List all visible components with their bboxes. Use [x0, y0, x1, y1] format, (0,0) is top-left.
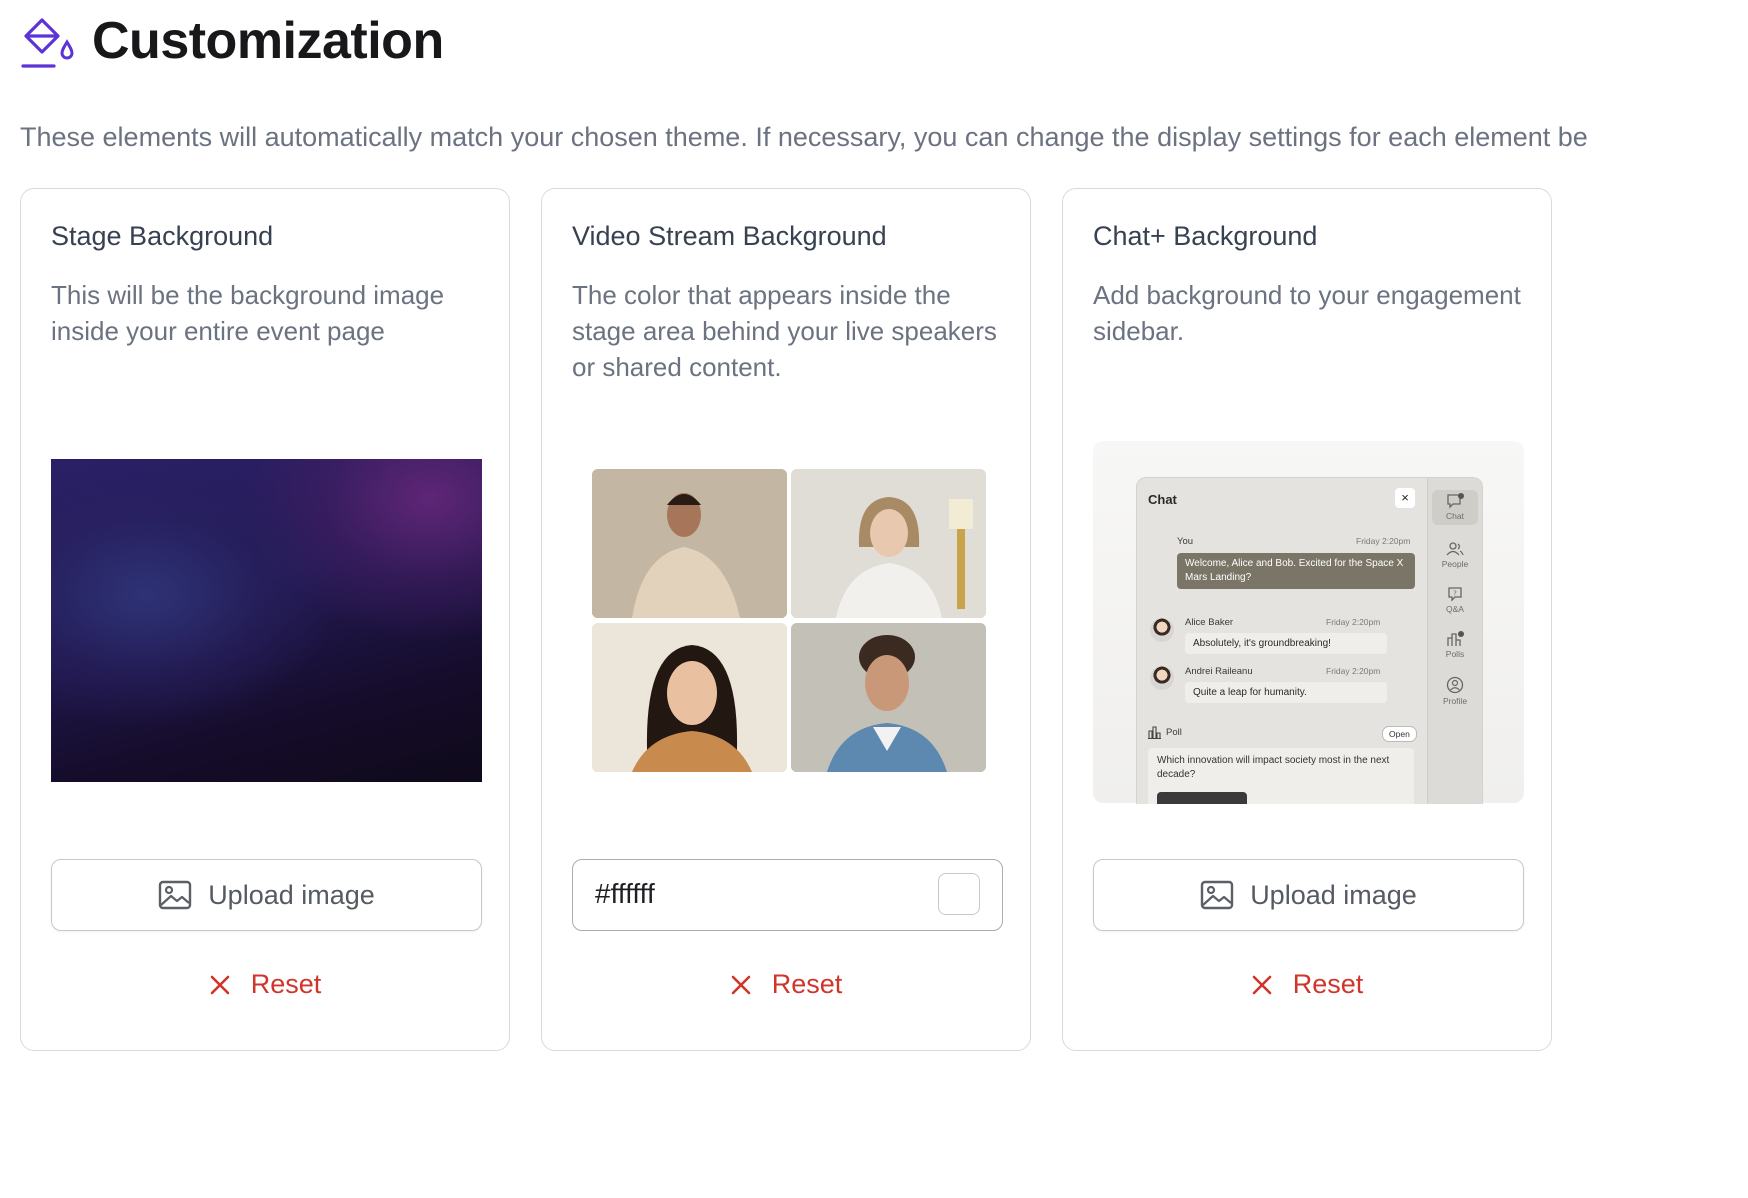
sidebar-label: Chat — [1446, 511, 1464, 521]
reset-label: Reset — [250, 969, 322, 999]
avatar — [1150, 618, 1174, 642]
poll-status-badge: Open — [1382, 726, 1417, 742]
sidebar-item-polls: Polls — [1428, 631, 1482, 659]
message-text: Absolutely, it's groundbreaking! — [1185, 633, 1387, 654]
card-description: The color that appears inside the stage … — [572, 280, 997, 382]
stage-background-card: Stage Background This will be the backgr… — [20, 188, 510, 1051]
card-description: Add background to your engagement sideba… — [1093, 280, 1521, 346]
speaker-photo — [791, 469, 986, 618]
video-tile — [791, 469, 986, 618]
sidebar-label: People — [1441, 559, 1469, 569]
sidebar-label: Polls — [1445, 649, 1465, 659]
chat-background-card: Chat+ Background Add background to your … — [1062, 188, 1552, 1051]
chat-icon — [1447, 493, 1464, 509]
close-icon — [210, 975, 230, 994]
poll-card: Which innovation will impact society mos… — [1148, 748, 1414, 804]
video-tile — [791, 623, 986, 772]
speaker-photo — [592, 623, 787, 772]
sidebar-item-qa: ? Q&A — [1428, 586, 1482, 614]
message-time: Friday 2:20pm — [1326, 666, 1381, 676]
poll-question: Which innovation will impact society mos… — [1157, 755, 1390, 780]
poll-icon — [1148, 726, 1161, 739]
sidebar-item-people: People — [1428, 541, 1482, 569]
card-description: This will be the background image inside… — [51, 280, 445, 346]
reset-button[interactable]: Reset — [542, 969, 1030, 1000]
color-swatch[interactable] — [938, 873, 980, 915]
chat-background-preview: Chat × You Friday 2:20pm Welcome, Alice … — [1093, 441, 1524, 804]
sidebar-item-profile: Profile — [1428, 676, 1482, 706]
video-grid-preview — [592, 469, 988, 772]
poll-button — [1157, 792, 1247, 804]
you-time: Friday 2:20pm — [1356, 536, 1411, 546]
card-title: Stage Background — [51, 221, 274, 251]
people-icon — [1446, 542, 1464, 556]
sidebar-label: Q&A — [1446, 604, 1464, 614]
reset-label: Reset — [1292, 969, 1364, 999]
you-message: Welcome, Alice and Bob. Excited for the … — [1177, 553, 1415, 589]
message-author: Alice Baker — [1185, 617, 1234, 628]
avatar — [1150, 666, 1174, 690]
chat-header-title: Chat — [1148, 492, 1177, 507]
engagement-sidebar: Chat People ? Q&A Polls Profile — [1427, 478, 1482, 804]
image-icon — [1200, 880, 1234, 910]
color-hex-value: #ffffff — [595, 878, 655, 909]
speaker-photo — [592, 469, 787, 618]
reset-label: Reset — [771, 969, 843, 999]
upload-image-button[interactable]: Upload image — [1093, 859, 1524, 931]
sidebar-label: Profile — [1442, 696, 1468, 706]
poll-label: Poll — [1166, 727, 1182, 738]
close-icon — [731, 975, 751, 994]
svg-text:?: ? — [1453, 590, 1457, 598]
color-hex-input[interactable]: #ffffff — [572, 859, 1003, 931]
page-header: Customization — [20, 10, 444, 72]
close-icon — [1252, 975, 1272, 994]
message-author: Andrei Raileanu — [1185, 666, 1253, 677]
video-tile — [592, 623, 787, 772]
close-icon: × — [1395, 488, 1415, 508]
reset-button[interactable]: Reset — [21, 969, 509, 1000]
sidebar-item-chat: Chat — [1432, 490, 1478, 525]
card-title: Video Stream Background — [572, 221, 887, 251]
you-label: You — [1177, 536, 1194, 547]
stage-background-preview — [51, 459, 482, 782]
chat-panel-mockup: Chat × You Friday 2:20pm Welcome, Alice … — [1136, 477, 1483, 804]
video-stream-background-card: Video Stream Background The color that a… — [541, 188, 1031, 1051]
page-title: Customization — [92, 12, 444, 70]
paint-bucket-icon — [21, 18, 74, 68]
chat-main: Chat × You Friday 2:20pm Welcome, Alice … — [1137, 478, 1427, 804]
upload-image-label: Upload image — [208, 879, 375, 910]
upload-image-button[interactable]: Upload image — [51, 859, 482, 931]
image-icon — [158, 880, 192, 910]
message-time: Friday 2:20pm — [1326, 617, 1381, 627]
polls-icon — [1447, 631, 1464, 646]
message-text: Quite a leap for humanity. — [1185, 682, 1387, 703]
card-title: Chat+ Background — [1093, 221, 1318, 251]
profile-icon — [1446, 676, 1464, 694]
qa-icon: ? — [1448, 587, 1462, 602]
speaker-photo — [791, 623, 986, 772]
intro-text: These elements will automatically match … — [20, 122, 1588, 152]
video-tile — [592, 469, 787, 618]
reset-button[interactable]: Reset — [1063, 969, 1551, 1000]
upload-image-label: Upload image — [1250, 879, 1417, 910]
